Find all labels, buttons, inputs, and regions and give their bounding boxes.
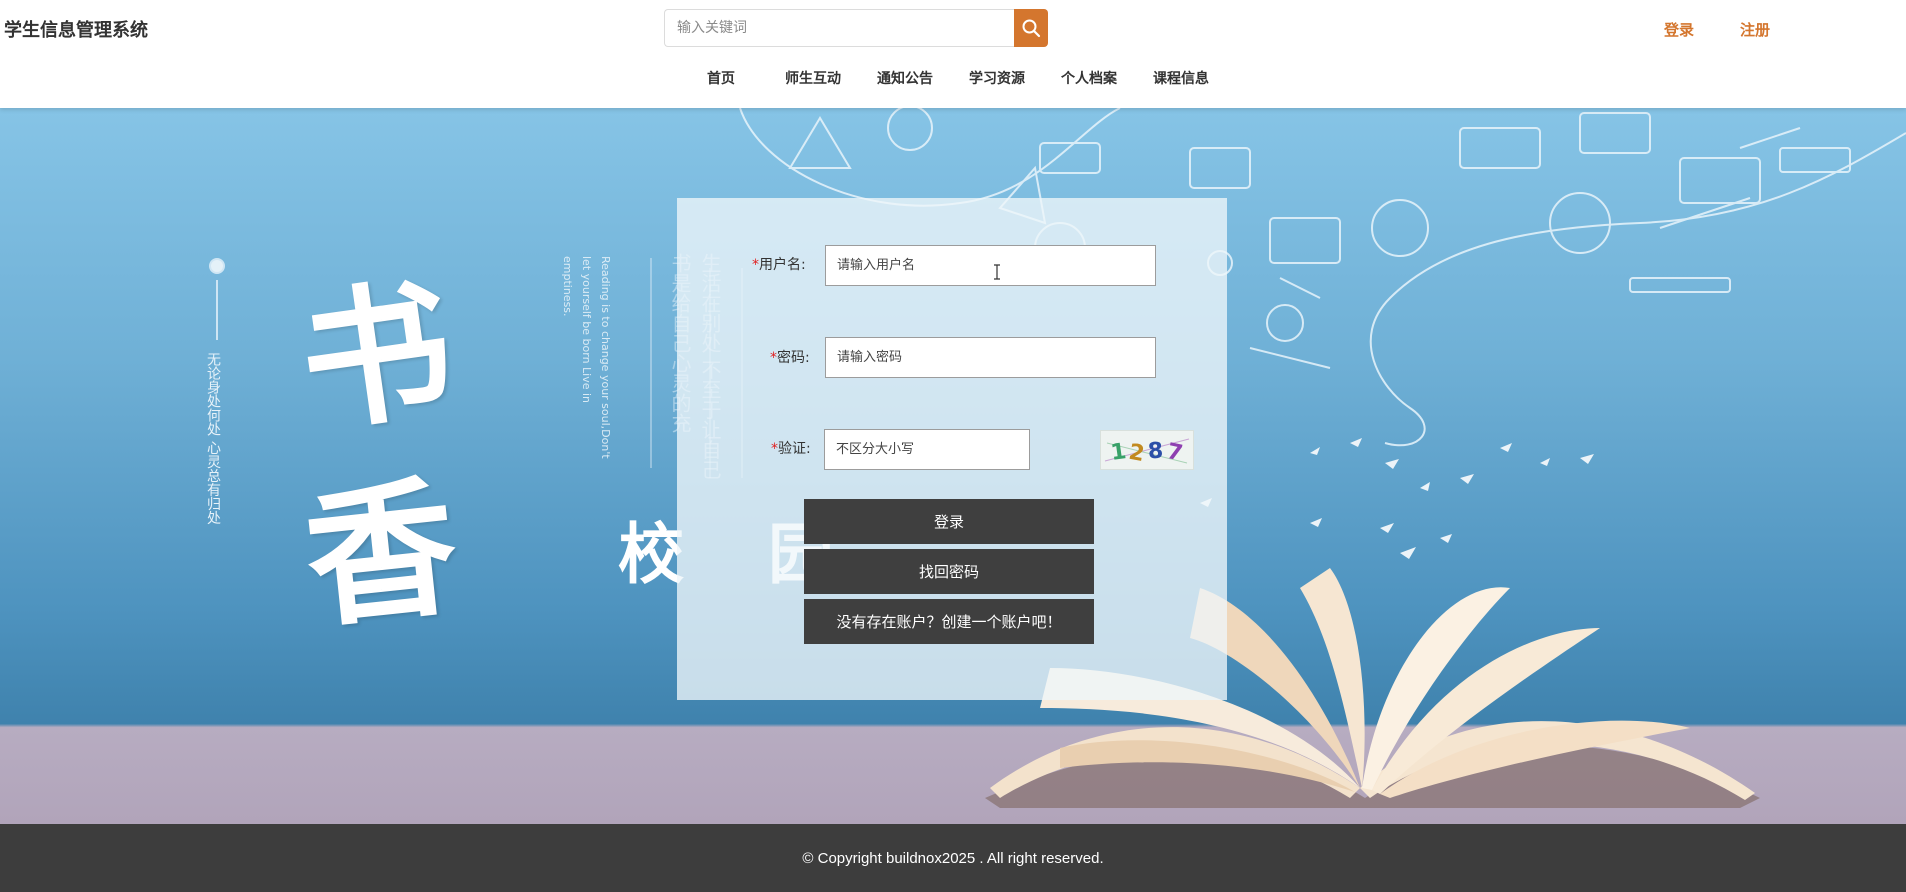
nav-item-home[interactable]: 首页 (707, 68, 735, 88)
create-account-button[interactable]: 没有存在账户？创建一个账户吧！ (804, 599, 1094, 644)
nav-item-profile[interactable]: 个人档案 (1061, 68, 1117, 88)
text-cursor-icon (994, 264, 1000, 280)
register-link[interactable]: 注册 (1740, 19, 1770, 40)
captcha-char-2: 2 (1127, 440, 1146, 467)
site-title[interactable]: 学生信息管理系统 (4, 16, 148, 42)
captcha-input[interactable] (824, 429, 1030, 470)
vertical-english-quote: Reading is to change your soul,Don't let… (561, 256, 612, 459)
header: 学生信息管理系统 登录 注册 首页 师生互动 通知公告 学习资源 个人档案 课程… (0, 0, 1906, 108)
password-label-text: 密码: (777, 350, 810, 366)
footer: © Copyright buildnox2025 . All right res… (0, 824, 1906, 892)
username-label: *用户名: (752, 254, 806, 274)
login-button[interactable]: 登录 (804, 499, 1094, 544)
required-mark: * (770, 350, 777, 366)
required-mark: * (752, 257, 759, 273)
nav-item-interaction[interactable]: 师生互动 (785, 68, 841, 88)
search-icon (1022, 19, 1041, 38)
captcha-char-1: 1 (1109, 439, 1128, 466)
nav-item-notice[interactable]: 通知公告 (877, 68, 933, 88)
calligraphy-xiang: 香 (297, 458, 466, 650)
captcha-graphic: 1 2 8 7 (1104, 438, 1190, 467)
nav-item-courses[interactable]: 课程信息 (1153, 68, 1209, 88)
required-mark: * (771, 441, 778, 457)
username-label-text: 用户名: (759, 257, 806, 273)
username-input[interactable] (825, 245, 1156, 286)
recover-password-button[interactable]: 找回密码 (804, 549, 1094, 594)
search-button[interactable] (1014, 9, 1048, 47)
captcha-image[interactable]: 1 2 8 7 (1100, 430, 1194, 470)
captcha-label: *验证: (771, 438, 811, 458)
calligraphy-xiao: 校 (618, 515, 684, 593)
vertical-poem: 无论身处何处 心灵总有归处 (205, 352, 221, 525)
main-nav: 首页 师生互动 通知公告 学习资源 个人档案 课程信息 (0, 68, 1906, 90)
password-input[interactable] (825, 337, 1156, 378)
captcha-label-text: 验证: (778, 441, 811, 457)
captcha-char-3: 8 (1147, 438, 1164, 464)
copyright-text: © Copyright buildnox2025 . All right res… (802, 849, 1104, 867)
password-label: *密码: (770, 347, 810, 367)
captcha-char-4: 7 (1165, 439, 1185, 467)
login-link[interactable]: 登录 (1664, 19, 1694, 40)
nav-item-resources[interactable]: 学习资源 (969, 68, 1025, 88)
search-input[interactable] (664, 9, 1014, 47)
